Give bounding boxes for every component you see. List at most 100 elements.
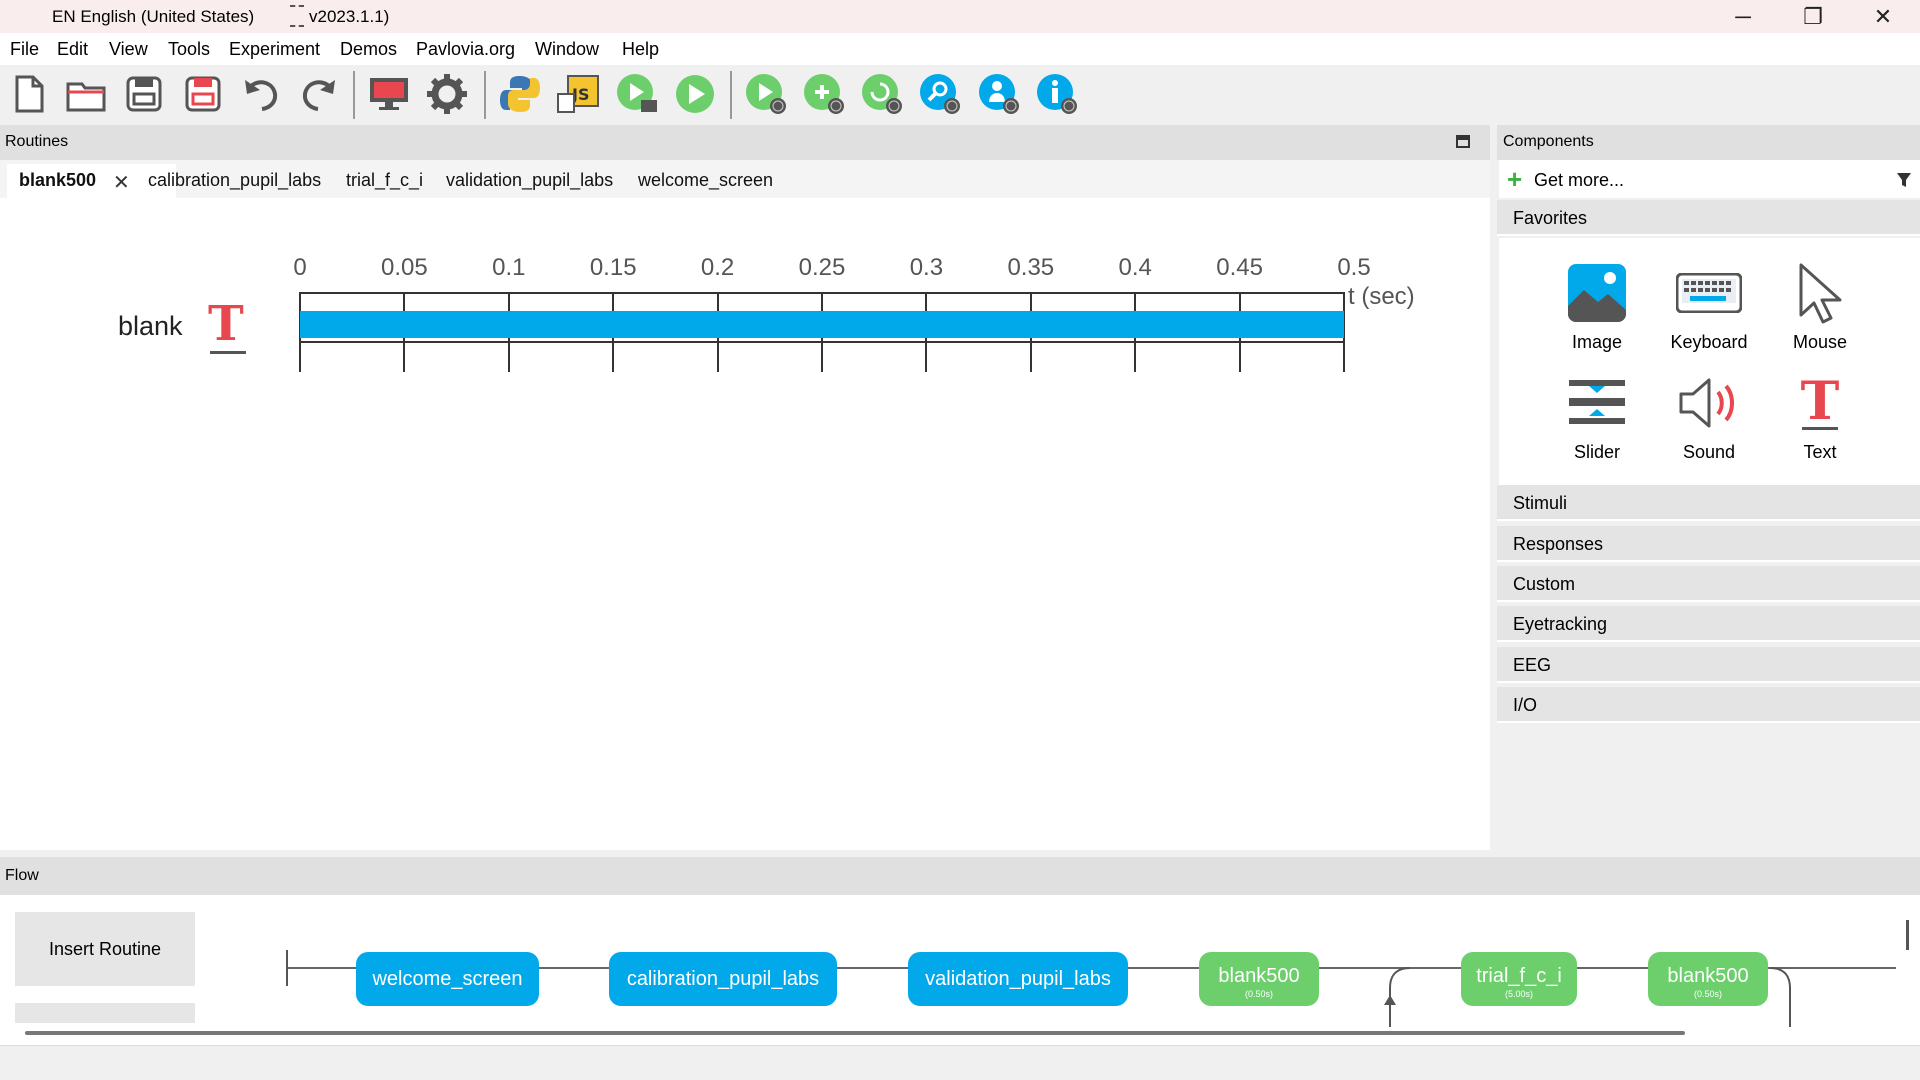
menu-experiment[interactable]: Experiment — [229, 39, 320, 60]
insert-loop-button[interactable] — [15, 1003, 195, 1023]
menu-view[interactable]: View — [109, 39, 148, 60]
save-as-icon[interactable] — [180, 71, 226, 117]
new-file-icon[interactable] — [6, 71, 52, 117]
component-image[interactable]: Image — [1547, 258, 1647, 353]
mouse-cursor-icon — [1799, 263, 1842, 324]
component-text[interactable]: T Text — [1770, 368, 1870, 463]
routine-tabs: blank500 ✕ calibration_pupil_labs trial_… — [0, 160, 1490, 198]
flow-panel-header: Flow — [0, 857, 1920, 895]
tab-calibration-pupil-labs[interactable]: calibration_pupil_labs — [148, 170, 321, 191]
category-responses[interactable]: Responses — [1497, 526, 1920, 562]
window-title: v2023.1.1) — [309, 7, 390, 26]
component-name-label[interactable]: blank — [118, 311, 183, 342]
search-online-icon[interactable] — [917, 71, 963, 117]
node-label: blank500 — [1667, 965, 1749, 987]
globe-refresh-icon[interactable] — [859, 71, 905, 117]
info-online-icon[interactable] — [1034, 71, 1080, 117]
tick-label: 0.5 — [1337, 254, 1371, 281]
timeline-top-line — [300, 292, 1344, 294]
menu-help[interactable]: Help — [622, 39, 659, 60]
sync-online-icon[interactable] — [801, 71, 847, 117]
javascript-icon[interactable]: JS — [555, 71, 601, 117]
node-label: trial_f_c_i — [1476, 965, 1562, 987]
get-more-row[interactable]: + Get more... — [1499, 160, 1920, 198]
close-window-button[interactable]: ✕ — [1850, 0, 1916, 33]
menu-bar: File Edit View Tools Experiment Demos Pa… — [0, 33, 1920, 65]
insert-routine-button[interactable]: Insert Routine — [15, 912, 195, 986]
component-mouse[interactable]: Mouse — [1770, 258, 1870, 353]
category-eyetracking[interactable]: Eyetracking — [1497, 606, 1920, 642]
redo-icon[interactable] — [296, 71, 342, 117]
vertical-scrollbar[interactable] — [1906, 920, 1909, 950]
components-panel-header: Components — [1497, 125, 1920, 160]
component-label: Keyboard — [1670, 332, 1748, 352]
favorites-category[interactable]: Favorites — [1497, 200, 1920, 236]
flow-node-calibration-pupil-labs[interactable]: calibration_pupil_labs — [609, 952, 837, 1006]
node-duration: (0.50s) — [1244, 989, 1273, 999]
menu-pavlovia[interactable]: Pavlovia.org — [416, 39, 515, 60]
python-icon[interactable] — [497, 71, 543, 117]
flow-title: Flow — [5, 867, 39, 884]
node-duration: (0.50s) — [1693, 989, 1722, 999]
category-stimuli[interactable]: Stimuli — [1497, 485, 1920, 521]
flow-node-validation-pupil-labs[interactable]: validation_pupil_labs — [908, 952, 1128, 1006]
gear-icon[interactable] — [424, 71, 470, 117]
monitor-icon[interactable] — [366, 71, 412, 117]
component-label: Sound — [1682, 442, 1736, 462]
routines-panel-header: Routines — [0, 125, 1490, 160]
get-more-label: Get more... — [1534, 170, 1625, 190]
component-slider[interactable]: Slider — [1547, 368, 1647, 463]
language-indicator[interactable]: EN English (United States) — [52, 7, 254, 27]
category-label: Eyetracking — [1513, 614, 1608, 634]
loop-end-curve[interactable] — [1770, 967, 1800, 1027]
menu-edit[interactable]: Edit — [57, 39, 88, 60]
category-label: Responses — [1513, 534, 1604, 554]
menu-window[interactable]: Window — [535, 39, 599, 60]
pilot-online-icon[interactable] — [743, 71, 789, 117]
horizontal-scrollbar[interactable] — [25, 1031, 1685, 1035]
category-custom[interactable]: Custom — [1497, 566, 1920, 602]
menu-tools[interactable]: Tools — [168, 39, 210, 60]
component-keyboard[interactable]: Keyboard — [1659, 258, 1759, 353]
component-duration-bar[interactable] — [300, 311, 1344, 338]
menu-file[interactable]: File — [10, 39, 39, 60]
components-title: Components — [1503, 133, 1594, 150]
category-io[interactable]: I/O — [1497, 687, 1920, 723]
restore-button[interactable]: ❐ — [1780, 0, 1846, 33]
text-component-icon[interactable]: T — [208, 299, 244, 349]
tab-trial-f-c-i[interactable]: trial_f_c_i — [346, 170, 423, 191]
component-sound[interactable]: Sound — [1659, 368, 1759, 463]
tick-label: 0.4 — [1118, 254, 1152, 281]
loop-start-arrow[interactable] — [1380, 967, 1410, 1027]
category-eeg[interactable]: EEG — [1497, 647, 1920, 683]
run-local-icon[interactable] — [614, 71, 660, 117]
tick-label: 0.3 — [909, 254, 944, 281]
close-tab-icon[interactable]: ✕ — [113, 170, 130, 195]
open-folder-icon[interactable] — [63, 71, 109, 117]
play-icon[interactable] — [672, 71, 718, 117]
toolbar-separator — [484, 71, 486, 119]
flow-node-welcome-screen[interactable]: welcome_screen — [356, 952, 539, 1006]
flow-node-blank500[interactable]: blank500 (0.50s) — [1199, 952, 1319, 1006]
routine-timeline-canvas: 0 0.05 0.1 0.15 0.2 0.25 0.3 0.35 0.4 0.45 0.5 t (… — [0, 198, 1490, 850]
tick-label: 0.2 — [700, 254, 735, 281]
flow-node-blank500-2[interactable]: blank500 (0.50s) — [1648, 952, 1768, 1006]
category-label: I/O — [1513, 695, 1538, 715]
save-icon[interactable] — [121, 71, 167, 117]
text-icon: T — [1800, 370, 1840, 432]
menu-demos[interactable]: Demos — [340, 39, 397, 60]
speaker-icon — [1679, 378, 1734, 428]
toolbar-separator — [730, 71, 732, 119]
maximize-panel-icon[interactable] — [1456, 135, 1470, 148]
filter-icon[interactable] — [1896, 172, 1912, 188]
tab-validation-pupil-labs[interactable]: validation_pupil_labs — [446, 170, 613, 191]
component-label: Mouse — [1792, 332, 1848, 352]
node-label: blank500 — [1218, 965, 1300, 987]
user-online-icon[interactable] — [976, 71, 1022, 117]
app-icon — [290, 5, 304, 27]
minimize-button[interactable]: ─ — [1710, 0, 1776, 33]
flow-node-trial-f-c-i[interactable]: trial_f_c_i (5.00s) — [1461, 952, 1577, 1006]
toolbar-separator — [353, 71, 355, 119]
tab-welcome-screen[interactable]: welcome_screen — [638, 170, 773, 191]
undo-icon[interactable] — [238, 71, 284, 117]
